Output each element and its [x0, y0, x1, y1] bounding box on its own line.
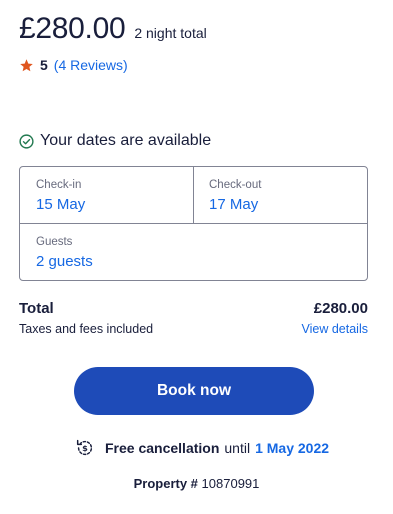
check-circle-icon: [19, 133, 34, 149]
svg-text:$: $: [82, 443, 88, 453]
free-cancellation-row: $ Free cancellation until 1 May 2022: [74, 437, 329, 459]
view-details-link[interactable]: View details: [302, 322, 368, 336]
property-number: 10870991: [201, 476, 260, 491]
guests-value: 2 guests: [36, 253, 93, 270]
reviews-link[interactable]: (4 Reviews): [54, 57, 128, 73]
guests-field[interactable]: Guests 2 guests: [20, 224, 367, 280]
free-cancellation-text: Free cancellation: [105, 440, 220, 456]
total-section: Total £280.00 Taxes and fees included Vi…: [19, 300, 368, 336]
rating-value: 5: [40, 57, 48, 73]
book-now-button[interactable]: Book now: [74, 367, 314, 415]
property-id-row: Property # 10870991: [0, 476, 393, 491]
guests-label: Guests: [36, 236, 73, 248]
price-subtitle: 2 night total: [134, 25, 207, 41]
total-amount: £280.00: [313, 300, 368, 317]
price-summary: £280.00 2 night total: [19, 12, 207, 46]
rating-row: 5 (4 Reviews): [19, 57, 128, 73]
checkout-value: 17 May: [209, 196, 259, 213]
availability-status: Your dates are available: [19, 132, 211, 150]
booking-details-box: Check-in 15 May Check-out 17 May Guests …: [19, 166, 368, 281]
refund-clock-icon: $: [74, 437, 96, 459]
checkout-field[interactable]: Check-out 17 May: [194, 167, 367, 224]
checkin-value: 15 May: [36, 196, 86, 213]
checkin-field[interactable]: Check-in 15 May: [20, 167, 194, 224]
cancellation-date: 1 May 2022: [255, 440, 330, 456]
cancellation-until: until: [224, 440, 251, 456]
total-price: £280.00: [19, 12, 126, 45]
star-icon: [19, 58, 34, 73]
checkin-label: Check-in: [36, 179, 82, 191]
availability-text: Your dates are available: [40, 132, 212, 149]
checkout-label: Check-out: [209, 179, 262, 191]
property-label: Property #: [133, 476, 198, 491]
